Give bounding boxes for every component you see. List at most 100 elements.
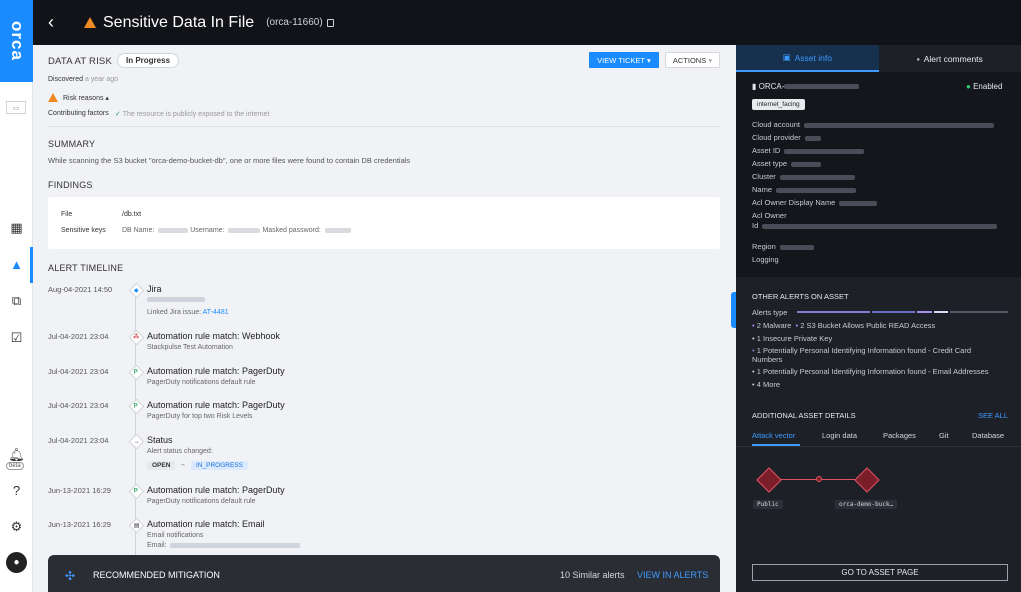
similar-alerts-count: 10 Similar alerts — [560, 570, 625, 580]
view-in-alerts-link[interactable]: VIEW IN ALERTS — [637, 570, 708, 580]
event-title: Automation rule match: PagerDuty — [147, 366, 285, 376]
status-from-badge: OPEN — [147, 461, 176, 470]
panel-collapse-handle[interactable] — [731, 292, 736, 328]
alert-type-item: • 1 Potentially Personal Identifying Inf… — [752, 346, 972, 364]
see-all-link[interactable]: SEE ALL — [978, 411, 1008, 420]
alert-id: (orca-11660) — [266, 17, 323, 28]
findings-title: FINDINGS — [48, 180, 93, 190]
sensitive-keys-label: Sensitive keys — [61, 227, 106, 234]
tab-database[interactable]: Database — [972, 431, 1004, 440]
timeline-event: Jul-04-2021 23:04 ⁂ Automation rule matc… — [48, 329, 718, 364]
event-date: Jul-04-2021 23:04 — [48, 401, 109, 410]
asset-field: Asset ID — [752, 146, 865, 155]
asset-field: Acl Owner Display Name — [752, 198, 878, 207]
event-sub: PagerDuty notifications default rule — [147, 498, 256, 505]
go-to-asset-page-button[interactable]: GO TO ASSET PAGE — [752, 564, 1008, 581]
summary-title: SUMMARY — [48, 139, 96, 149]
beta-badge: beta — [6, 462, 24, 470]
event-date: Jul-04-2021 23:04 — [48, 436, 109, 445]
left-rail: orca ▭ ▦ ▲ ⧉ ☑ 🔔︎ beta ? ⚙ ● — [0, 0, 33, 592]
node-label-bucket: orca-demo-buck… — [835, 500, 898, 509]
asset-info-icon: ▣ — [782, 52, 791, 62]
mitigation-icon: ✣ — [65, 569, 76, 583]
dashboard-icon[interactable]: ▦ — [6, 217, 27, 238]
event-sub: Linked Jira issue: AT-4481 — [147, 309, 229, 316]
pagerduty-icon: P — [128, 364, 145, 381]
enabled-status: ● Enabled — [966, 82, 1003, 91]
timeline-event: Jul-04-2021 23:04 P Automation rule matc… — [48, 398, 718, 433]
event-sub: Alert status changed: — [147, 448, 213, 455]
event-title: Jira — [147, 284, 162, 294]
graph-icon[interactable]: ⧉ — [6, 290, 27, 311]
recommended-mitigation-bar[interactable]: ✣ RECOMMENDED MITIGATION 10 Similar aler… — [48, 555, 720, 592]
asset-field: Region — [752, 242, 814, 251]
asset-field: Id — [752, 221, 998, 230]
event-sub: Stackpulse Test Automation — [147, 344, 233, 351]
mitigation-title: RECOMMENDED MITIGATION — [93, 570, 220, 580]
webhook-icon: ⁂ — [128, 329, 145, 346]
alert-type-item[interactable]: • 4 More — [752, 380, 780, 389]
view-ticket-button[interactable]: VIEW TICKET ▾ — [589, 52, 659, 68]
asset-field: Cloud account — [752, 120, 994, 129]
event-email: Email: — [147, 542, 301, 549]
event-date: Jun-13-2021 16:29 — [48, 520, 111, 529]
timeline-event: Aug-04-2021 14:50 ◆ Jira Linked Jira iss… — [48, 282, 718, 317]
file-value: /db.txt — [122, 211, 142, 218]
timeline-title: ALERT TIMELINE — [48, 263, 124, 273]
email-icon: ▤ — [128, 517, 145, 534]
event-title: Automation rule match: Email — [147, 519, 265, 529]
risk-icon — [48, 93, 58, 102]
event-date: Aug-04-2021 14:50 — [48, 285, 113, 294]
settings-icon[interactable]: ⚙ — [6, 516, 27, 537]
asset-panel: ▣ Asset info ▪ Alert comments ▮ ORCA- ● En… — [736, 45, 1021, 592]
contributing-label: Contributing factors — [48, 110, 109, 117]
alert-type-item: • 2 Malware • 2 S3 Bucket Allows Public … — [752, 321, 936, 330]
discovered-label: Discovered a year ago — [48, 76, 119, 83]
bucket-icon[interactable] — [854, 467, 880, 493]
asset-field: Asset type — [752, 159, 822, 168]
actions-button[interactable]: ACTIONS ▾ — [665, 52, 720, 68]
timeline-event: Jun-13-2021 16:29 P Automation rule matc… — [48, 483, 718, 518]
tab-packages[interactable]: Packages — [883, 431, 916, 440]
header-bar: ‹ Sensitive Data In File (orca-11660) — [33, 0, 1021, 45]
timeline-event: Jun-13-2021 16:29 ▤ Automation rule matc… — [48, 517, 718, 552]
event-date: Jun-13-2021 16:29 — [48, 486, 111, 495]
alerts-icon[interactable]: ▲ — [6, 254, 27, 275]
event-user — [147, 296, 205, 303]
event-title: Automation rule match: Webhook — [147, 331, 280, 341]
alerts-type-label: Alerts type — [752, 308, 788, 317]
orca-logo[interactable]: orca — [0, 0, 33, 82]
globe-icon[interactable] — [756, 467, 782, 493]
asset-info: ▮ ORCA- ● Enabled internet_facing Cloud … — [736, 72, 1021, 277]
divider — [736, 446, 1021, 447]
back-icon[interactable]: ‹ — [48, 12, 68, 33]
account-switch-icon[interactable]: ▭ — [6, 101, 26, 114]
status-to-badge: IN_PROGRESS — [191, 461, 248, 470]
avatar[interactable]: ● — [6, 552, 27, 573]
tab-alert-comments[interactable]: ▪ Alert comments — [879, 45, 1021, 72]
page-title: Sensitive Data In File — [103, 13, 255, 31]
risk-reasons-toggle[interactable]: Risk reasons ▴ — [63, 94, 109, 102]
asset-field: Name — [752, 185, 857, 194]
edge-midpoint — [816, 476, 822, 482]
alert-details: DATA AT RISK In Progress VIEW TICKET ▾ A… — [33, 45, 736, 592]
tab-git[interactable]: Git — [939, 431, 949, 440]
arrow-icon: → — [179, 461, 186, 468]
comment-icon: ▪ — [916, 53, 920, 64]
jira-link[interactable]: AT-4481 — [203, 309, 229, 316]
tab-asset-info[interactable]: ▣ Asset info — [736, 45, 879, 72]
other-alerts-title: OTHER ALERTS ON ASSET — [752, 292, 849, 301]
event-title: Status — [147, 435, 173, 445]
timeline-event: Jul-04-2021 23:04 P Automation rule matc… — [48, 364, 718, 399]
alert-type-item: • 1 Insecure Private Key — [752, 334, 833, 343]
sensitive-keys-value: DB Name: Username: Masked password: — [122, 227, 351, 234]
help-icon[interactable]: ? — [6, 480, 27, 501]
tab-attack-vector[interactable]: Attack vector — [752, 431, 795, 440]
compliance-icon[interactable]: ☑ — [6, 327, 27, 348]
contributing-value: ✓ The resource is publicly exposed to th… — [115, 111, 270, 118]
copy-icon[interactable] — [326, 18, 334, 27]
alerts-type-bar — [797, 311, 1008, 313]
status-badge[interactable]: In Progress — [117, 53, 180, 68]
tab-login-data[interactable]: Login data — [822, 431, 857, 440]
asset-field: Acl Owner — [752, 211, 787, 220]
